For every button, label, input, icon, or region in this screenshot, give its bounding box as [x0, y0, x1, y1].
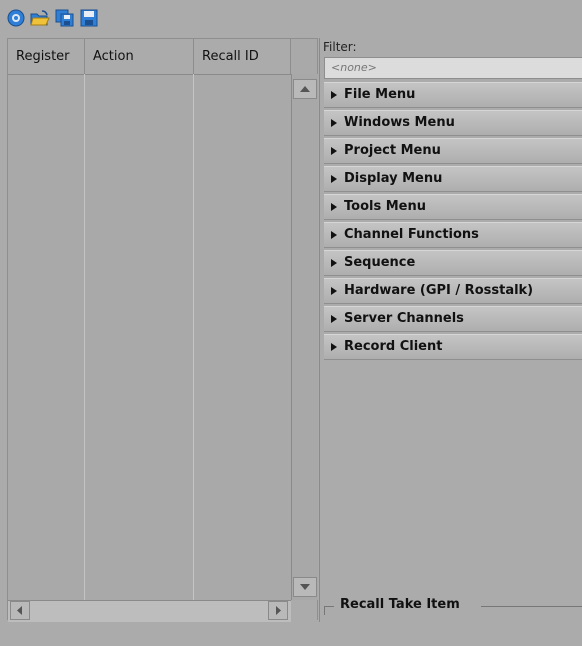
horizontal-scrollbar[interactable]	[8, 600, 291, 622]
scroll-down-button[interactable]	[293, 577, 317, 597]
menu-item-hardware[interactable]: Hardware (GPI / Rosstalk)	[324, 278, 582, 304]
menu-item-label: Record Client	[344, 339, 443, 354]
command-panel: Filter: <none> File Menu Windows Menu Pr…	[319, 38, 582, 622]
scroll-up-button[interactable]	[293, 79, 317, 99]
open-folder-icon[interactable]	[30, 9, 50, 27]
menu-item-label: Server Channels	[344, 311, 464, 326]
scroll-corner	[291, 600, 317, 621]
save-all-icon[interactable]	[55, 9, 74, 27]
expand-arrow-icon	[331, 287, 337, 295]
menu-item-label: Channel Functions	[344, 227, 479, 242]
menu-item-display-menu[interactable]: Display Menu	[324, 166, 582, 192]
recall-take-item-heading: Recall Take Item	[340, 597, 460, 612]
menu-item-label: Project Menu	[344, 143, 441, 158]
recall-take-item-group: Recall Take Item	[324, 595, 582, 615]
filter-input[interactable]: <none>	[324, 57, 582, 79]
group-border	[481, 606, 582, 607]
column-header-action[interactable]: Action	[85, 39, 194, 74]
filter-label: Filter:	[323, 40, 357, 54]
register-table: Register Action Recall ID	[7, 38, 318, 622]
expand-arrow-icon	[331, 119, 337, 127]
menu-item-file-menu[interactable]: File Menu	[324, 82, 582, 108]
menu-item-sequence[interactable]: Sequence	[324, 250, 582, 276]
scroll-track[interactable]	[292, 74, 318, 600]
menu-item-project-menu[interactable]: Project Menu	[324, 138, 582, 164]
save-icon[interactable]	[80, 9, 98, 27]
expand-arrow-icon	[331, 91, 337, 99]
table-header: Register Action Recall ID	[8, 39, 291, 75]
expand-arrow-icon	[331, 315, 337, 323]
menu-item-windows-menu[interactable]: Windows Menu	[324, 110, 582, 136]
expand-arrow-icon	[331, 343, 337, 351]
menu-item-label: Hardware (GPI / Rosstalk)	[344, 283, 534, 298]
menu-item-label: Sequence	[344, 255, 416, 270]
column-header-recall-id[interactable]: Recall ID	[194, 39, 291, 74]
menu-item-record-client[interactable]: Record Client	[324, 334, 582, 360]
menu-item-label: Windows Menu	[344, 115, 455, 130]
vertical-scrollbar[interactable]	[291, 74, 318, 600]
settings-icon[interactable]	[7, 9, 25, 27]
menu-item-label: Tools Menu	[344, 199, 426, 214]
group-border	[324, 606, 325, 615]
expand-arrow-icon	[331, 175, 337, 183]
expand-arrow-icon	[331, 259, 337, 267]
menu-category-list: File Menu Windows Menu Project Menu Disp…	[324, 82, 582, 362]
column-header-register[interactable]: Register	[8, 39, 85, 74]
expand-arrow-icon	[331, 147, 337, 155]
column-divider	[193, 74, 194, 600]
menu-item-channel-functions[interactable]: Channel Functions	[324, 222, 582, 248]
toolbar	[0, 0, 582, 34]
menu-item-server-channels[interactable]: Server Channels	[324, 306, 582, 332]
menu-item-label: File Menu	[344, 87, 416, 102]
column-divider	[84, 74, 85, 600]
group-border	[324, 606, 334, 607]
expand-arrow-icon	[331, 203, 337, 211]
scroll-left-button[interactable]	[10, 601, 30, 620]
scroll-right-button[interactable]	[268, 601, 288, 620]
expand-arrow-icon	[331, 231, 337, 239]
menu-item-label: Display Menu	[344, 171, 443, 186]
menu-item-tools-menu[interactable]: Tools Menu	[324, 194, 582, 220]
